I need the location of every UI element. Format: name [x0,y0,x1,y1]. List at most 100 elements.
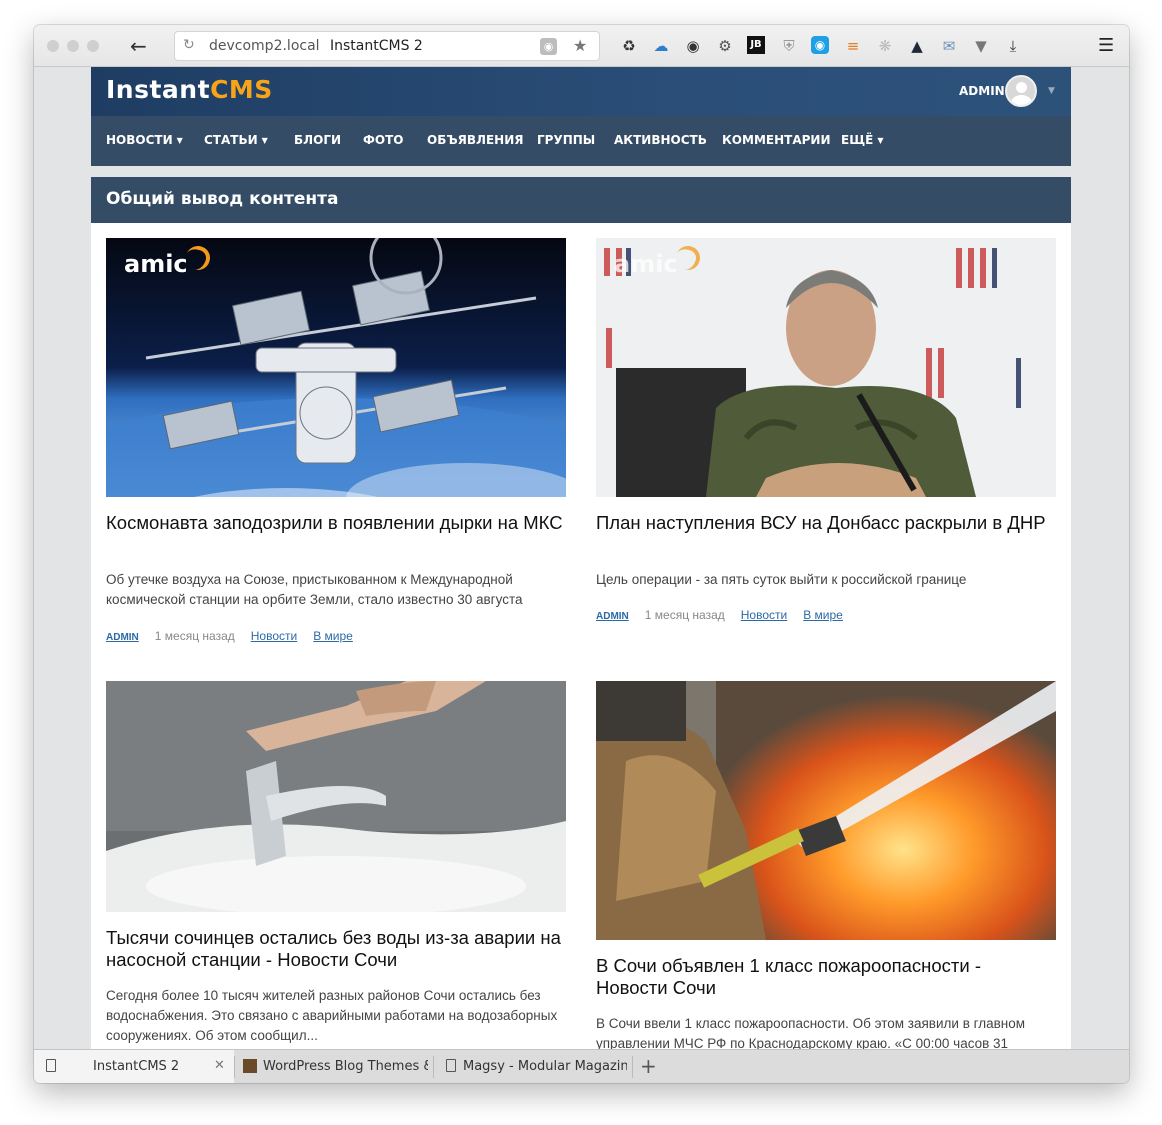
nav-item-ads[interactable]: ОБЪЯВЛЕНИЯ [427,133,524,147]
reload-icon[interactable]: ↻ [183,37,195,53]
url-page-title: InstantCMS 2 [330,38,423,54]
lightning-extension-icon[interactable]: ▲ [907,36,927,56]
translate-icon[interactable]: ◉ [540,38,557,55]
window-zoom-button[interactable] [87,40,99,52]
mail-extension-icon[interactable]: ✉ [939,36,959,56]
page-title: Общий вывод контента [106,189,339,209]
tab-divider [632,1056,633,1078]
caret-down-icon: ▼ [877,136,884,145]
nav-item-label: СТАТЬИ [204,133,258,147]
nav-item-label: КОММЕНТАРИИ [722,133,831,147]
category-link[interactable]: Новости [741,608,787,622]
main-nav: НОВОСТИ ▼ СТАТЬИ ▼ БЛОГИ ФОТО ОБЪЯВЛЕНИЯ Г… [91,116,1071,166]
avatar[interactable] [1005,75,1037,107]
watermark-logo: amic [124,242,214,278]
article-date: 1 месяц назад [644,608,725,622]
puzzle-extension-icon[interactable]: ❋ [875,36,895,56]
tab-label: InstantCMS 2 [93,1059,180,1074]
subcategory-link[interactable]: В мире [313,629,353,643]
eye-extension-icon[interactable]: ◉ [683,36,703,56]
article-summary: Сегодня более 10 тысяч жителей разных ра… [106,988,558,1043]
nav-item-news[interactable]: НОВОСТИ ▼ [106,133,183,147]
window-minimize-button[interactable] [67,40,79,52]
article-card: В Сочи объявлен 1 класс пожароопасности … [596,681,1056,1049]
tab-label: WordPress Blog Themes & [263,1059,428,1074]
article-card: amic План наступления ВСУ на Донбасс рас… [596,238,1056,658]
tab-instantcms[interactable]: InstantCMS 2 ✕ [34,1050,234,1083]
watermark-logo: amic [614,242,704,278]
article-meta: ADMIN 1 месяц назад Новости В мире [596,608,859,622]
back-arrow-icon[interactable]: ← [130,34,147,58]
download-icon[interactable]: ⤓ [1003,36,1023,56]
article-card: Тысячи сочинцев остались без воды из-за … [106,681,566,1049]
nav-item-activity[interactable]: АКТИВНОСТЬ [614,133,707,147]
article-image-press-conference[interactable]: amic [596,238,1056,497]
recycle-extension-icon[interactable]: ♻ [619,36,639,56]
nav-item-more[interactable]: ЕЩЁ ▼ [841,133,883,147]
author-link[interactable]: ADMIN [596,611,629,622]
nav-item-label: АКТИВНОСТЬ [614,133,707,147]
site-header: InstantCMS ADMIN ▼ [91,67,1071,116]
article-title[interactable]: Тысячи сочинцев остались без воды из-за … [106,927,566,971]
browser-tab-bar: InstantCMS 2 ✕ WordPress Blog Themes & M… [34,1049,1129,1083]
page-viewport: InstantCMS ADMIN ▼ НОВОСТИ ▼ СТАТЬИ ▼ БЛОГ… [34,67,1129,1049]
nav-item-comments[interactable]: КОММЕНТАРИИ [722,133,831,147]
nav-item-articles[interactable]: СТАТЬИ ▼ [204,133,268,147]
address-bar[interactable]: ↻ devcomp2.local InstantCMS 2 ◉ ★ [174,31,600,61]
author-link[interactable]: ADMIN [106,632,139,643]
favicon-icon [243,1059,257,1073]
article-image-water-tap[interactable] [106,681,566,912]
gear-extension-icon[interactable]: ⚙ [715,36,735,56]
url-host: devcomp2.local [209,38,320,54]
logo-cms: CMS [210,75,273,104]
article-title[interactable]: В Сочи объявлен 1 класс пожароопасности … [596,955,1056,999]
hamburger-menu-icon[interactable]: ☰ [1098,35,1114,56]
nav-item-groups[interactable]: ГРУППЫ [537,133,595,147]
nav-item-label: ОБЪЯВЛЕНИЯ [427,133,524,147]
caret-down-icon: ▼ [176,136,183,145]
article-summary: В Сочи ввели 1 класс пожароопасности. Об… [596,1016,1026,1049]
article-summary: Цель операции - за пять суток выйти к ро… [596,572,967,587]
nav-item-label: НОВОСТИ [106,133,173,147]
article-date: 1 месяц назад [154,629,235,643]
article-image-space-station[interactable]: amic [106,238,566,497]
logo-instant: Instant [106,75,211,104]
browser-window: ← ↻ devcomp2.local InstantCMS 2 ◉ ★ ♻ ☁ … [34,25,1129,1083]
browser-toolbar: ← ↻ devcomp2.local InstantCMS 2 ◉ ★ ♻ ☁ … [34,25,1129,67]
article-image-firefighter[interactable] [596,681,1056,940]
nav-item-label: ЕЩЁ [841,133,874,147]
user-name[interactable]: ADMIN [959,84,1005,98]
article-card: amic Космонавта заподозрили в появлении … [106,238,566,658]
category-link[interactable]: Новости [251,629,297,643]
eye-blue-extension-icon[interactable]: ◉ [811,36,829,54]
site-logo[interactable]: InstantCMS [106,75,273,104]
bookmark-star-icon[interactable]: ★ [573,36,587,55]
article-title[interactable]: План наступления ВСУ на Донбасс раскрыли… [596,512,1056,534]
site-container: InstantCMS ADMIN ▼ НОВОСТИ ▼ СТАТЬИ ▼ БЛОГ… [91,67,1071,1049]
vue-extension-icon[interactable]: ▼ [971,36,991,56]
tab-wordpress[interactable]: WordPress Blog Themes & [235,1050,433,1083]
window-close-button[interactable] [47,40,59,52]
shield-extension-icon[interactable]: ⛨ [779,36,799,56]
nav-item-blogs[interactable]: БЛОГИ [294,133,341,147]
nav-item-label: ФОТО [363,133,404,147]
close-icon[interactable]: ✕ [214,1058,225,1073]
tab-magsy[interactable]: Magsy - Modular Magazine [434,1050,632,1083]
separator [91,166,1071,177]
tab-label: Magsy - Modular Magazine [463,1059,627,1074]
caret-down-icon: ▼ [261,136,268,145]
nav-item-label: ГРУППЫ [537,133,596,147]
article-title[interactable]: Космонавта заподозрили в появлении дырки… [106,512,566,534]
article-summary: Об утечке воздуха на Союзе, пристыкованн… [106,572,523,607]
new-tab-plus-icon[interactable]: + [640,1054,657,1078]
article-meta: ADMIN 1 месяц назад Новости В мире [106,629,369,643]
jetbrains-extension-icon[interactable]: JB [747,36,765,54]
cloud-extension-icon[interactable]: ☁ [651,36,671,56]
nav-item-photo[interactable]: ФОТО [363,133,404,147]
document-icon [46,1059,56,1072]
subcategory-link[interactable]: В мире [803,608,843,622]
nav-item-label: БЛОГИ [294,133,342,147]
user-menu-caret-icon[interactable]: ▼ [1048,86,1055,96]
page-heading-bar: Общий вывод контента [91,177,1071,223]
stack-extension-icon[interactable]: ≡ [843,36,863,56]
